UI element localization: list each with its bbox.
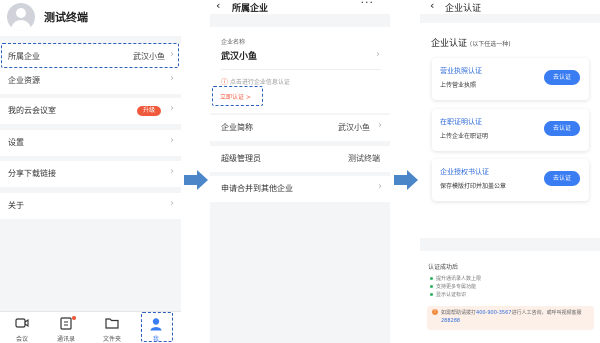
help-notice: ! 如需帮助请拨打400-900-3567进行人工咨询，或呼叫视频客服28828… <box>427 306 594 330</box>
tab-meeting[interactable]: 会议 <box>4 312 40 343</box>
go-certify-button[interactable]: 去认证 <box>544 70 580 85</box>
chevron-right-icon: › <box>170 166 174 177</box>
certification-options: 企业认证 (以下任选一种) 营业执照认证 上传营业执照 去认证 在职证明认证 上… <box>420 23 600 238</box>
tab-folder[interactable]: 文件夹 <box>94 312 130 343</box>
tab-label: 会议 <box>15 336 28 343</box>
list-item: 支持更多专属功能 <box>430 283 481 291</box>
notification-dot <box>72 316 76 320</box>
back-arrow-icon[interactable]: ‹ <box>430 0 434 12</box>
option-desc: 上传企业在职证明 <box>440 133 489 140</box>
option-desc: 保存模版打印并加盖公章 <box>440 183 507 190</box>
option-title: 企业授权书认证 <box>440 168 489 176</box>
video-camera-icon <box>15 318 29 328</box>
row-super-admin: 超级管理员 测试终端 <box>210 146 390 172</box>
folder-icon <box>105 318 119 329</box>
row-label: 申请合并到其他企业 <box>221 184 293 193</box>
menu-item-about[interactable]: 关于 › <box>0 193 181 219</box>
chevron-right-icon: › <box>378 120 382 131</box>
help-phone[interactable]: 400-900-3567 <box>476 310 511 316</box>
profile-header[interactable]: 测试终端 <box>0 0 181 36</box>
company-screen: ‹ 所属企业 ··· 企业名称 武汉小鱼 › ⓘ 点击进行企业信息认证 立即认证… <box>210 0 390 343</box>
heading-text: 企业认证 <box>431 39 468 49</box>
list-item: 显示认证标识 <box>430 291 481 299</box>
upgrade-badge[interactable]: 升级 <box>136 106 161 116</box>
chevron-right-icon: › <box>170 198 174 209</box>
divider <box>221 69 381 70</box>
page-title: 企业认证 <box>445 4 482 14</box>
option-title: 在职证明认证 <box>440 118 482 126</box>
row-label: 企业简称 <box>221 123 253 132</box>
profile-name: 测试终端 <box>44 11 88 24</box>
go-certify-button[interactable]: 去认证 <box>544 121 580 136</box>
row-value: 测试终端 <box>348 154 380 163</box>
menu-item-cloud-room[interactable]: 我的云会议室 升级 › <box>0 98 181 124</box>
after-title: 认证成功后 <box>428 264 459 271</box>
nav-bar: ‹ 所属企业 ··· <box>210 0 390 14</box>
tab-label: 通讯录 <box>56 336 75 343</box>
heading-sub: (以下任选一种) <box>469 41 511 48</box>
tab-contacts[interactable]: 通讯录 <box>48 312 84 343</box>
menu-item-label: 分享下载链接 <box>8 169 56 178</box>
go-certify-button[interactable]: 去认证 <box>544 171 580 186</box>
menu-item-label: 关于 <box>8 201 24 210</box>
nav-bar: ‹ 企业认证 <box>420 0 600 14</box>
highlight-me-tab <box>141 312 173 342</box>
more-icon[interactable]: ··· <box>361 0 375 9</box>
section-heading: 企业认证 (以下任选一种) <box>431 36 511 49</box>
row-short-name[interactable]: 企业简称 武汉小鱼 › <box>210 115 390 141</box>
chevron-right-icon: › <box>170 135 174 146</box>
certify-hint-text: 点击进行企业信息认证 <box>229 79 290 86</box>
menu-item-label: 企业资源 <box>8 76 40 85</box>
company-name-label: 企业名称 <box>221 39 246 46</box>
back-arrow-icon[interactable]: ‹ <box>216 0 220 12</box>
company-name: 武汉小鱼 <box>221 52 258 62</box>
avatar <box>7 3 35 31</box>
flow-arrow-icon <box>394 170 418 190</box>
option-business-license: 营业执照认证 上传营业执照 去认证 <box>432 58 589 100</box>
company-certification-screen: ‹ 企业认证 企业认证 (以下任选一种) 营业执照认证 上传营业执照 去认证 在… <box>420 0 600 343</box>
contacts-icon <box>60 317 72 330</box>
page-title: 所属企业 <box>232 4 269 14</box>
chevron-right-icon: › <box>170 73 174 84</box>
row-value: 武汉小鱼 <box>338 123 370 132</box>
row-merge-company[interactable]: 申请合并到其他企业 › <box>210 176 390 202</box>
chevron-right-icon: › <box>378 181 382 192</box>
flow-arrow-icon <box>184 170 208 190</box>
chevron-right-icon[interactable]: › <box>376 49 380 60</box>
benefit-list: 提升通讯录人数上限 支持更多专属功能 显示认证标识 <box>430 275 481 299</box>
help-notice-text: 如需帮助请拨打400-900-3567进行人工咨询，或呼叫视频客服288288 <box>441 310 582 324</box>
option-authorization-letter: 企业授权书认证 保存模版打印并加盖公章 去认证 <box>432 159 589 201</box>
menu-item-label: 设置 <box>8 138 24 147</box>
info-icon: ! <box>432 309 438 315</box>
tab-label: 文件夹 <box>102 336 121 343</box>
highlight-certify-link <box>212 86 263 106</box>
menu-item-share-link[interactable]: 分享下载链接 › <box>0 161 181 187</box>
help-video-id[interactable]: 288288 <box>441 318 460 324</box>
row-label: 超级管理员 <box>221 154 261 163</box>
option-title: 营业执照认证 <box>440 67 482 75</box>
alert-icon: ⓘ <box>221 78 228 86</box>
menu-item-label: 我的云会议室 <box>8 106 56 115</box>
option-employment-proof: 在职证明认证 上传企业在职证明 去认证 <box>432 109 589 151</box>
menu-item-resources[interactable]: 企业资源 › <box>0 68 181 94</box>
after-certification-section: 认证成功后 提升通讯录人数上限 支持更多专属功能 显示认证标识 ! 如需帮助请拨… <box>420 251 600 343</box>
highlight-company-row <box>1 43 179 68</box>
option-desc: 上传营业执照 <box>440 82 477 89</box>
menu-item-settings[interactable]: 设置 › <box>0 130 181 156</box>
chevron-right-icon: › <box>170 103 174 114</box>
list-item: 提升通讯录人数上限 <box>430 275 481 283</box>
